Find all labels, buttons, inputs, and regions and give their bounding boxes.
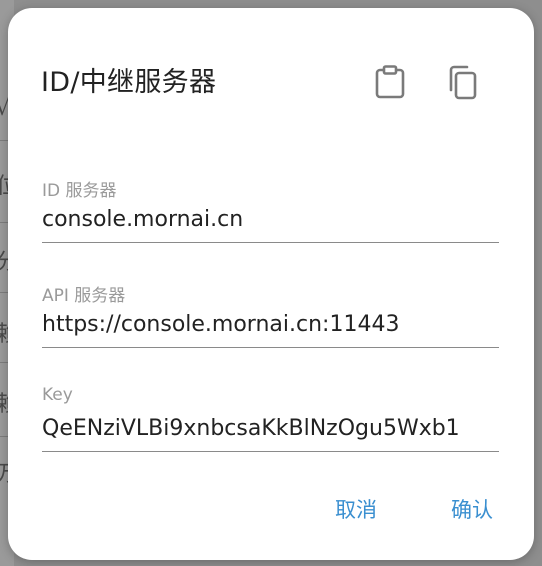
api-server-label: API 服务器 <box>42 286 126 306</box>
key-input[interactable] <box>42 412 499 444</box>
cancel-button[interactable]: 取消 <box>335 494 377 524</box>
dialog-title: ID/中继服务器 <box>41 67 217 98</box>
clipboard-icon <box>375 65 405 99</box>
copy-button[interactable] <box>441 60 481 104</box>
key-label: Key <box>42 385 73 405</box>
id-server-label: ID 服务器 <box>42 181 117 201</box>
key-underline <box>42 451 499 452</box>
copy-icon <box>449 65 477 100</box>
api-server-input[interactable] <box>42 308 499 340</box>
id-relay-server-dialog: ID/中继服务器 ID 服务器 API 服务器 Key 取消 确认 <box>8 8 534 560</box>
api-server-underline <box>42 347 499 348</box>
id-server-input[interactable] <box>42 203 499 235</box>
id-server-underline <box>42 242 499 243</box>
paste-button[interactable] <box>370 60 410 104</box>
confirm-button[interactable]: 确认 <box>451 494 493 524</box>
